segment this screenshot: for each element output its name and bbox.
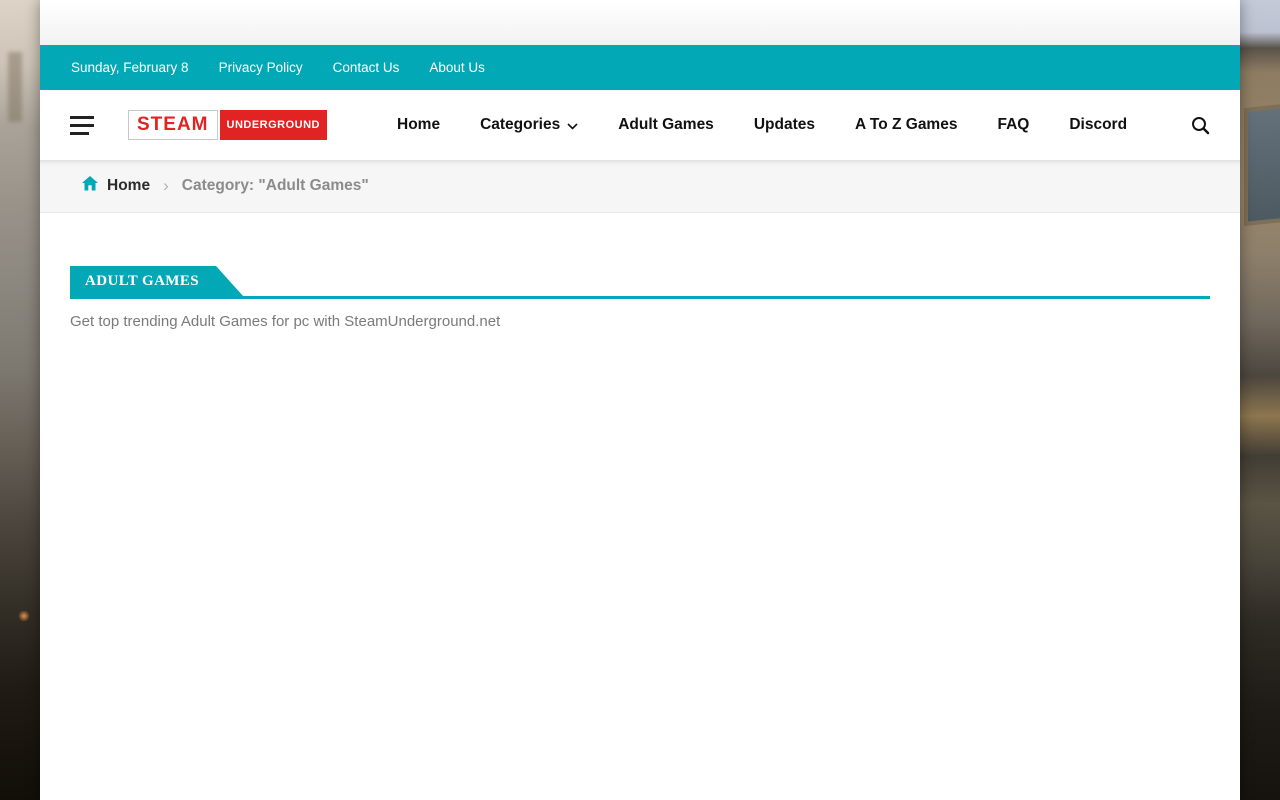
nav-item-updates[interactable]: Updates (754, 116, 815, 134)
nav-item-categories[interactable]: Categories (480, 115, 578, 135)
main-content: ADULT GAMES Get top trending Adult Games… (40, 213, 1240, 800)
nav-item-adult-games[interactable]: Adult Games (618, 116, 714, 134)
logo-underground-text: UNDERGROUND (220, 110, 328, 140)
breadcrumb-home-label: Home (107, 177, 150, 195)
site-logo[interactable]: STEAM UNDERGROUND (128, 110, 327, 140)
main-nav: Home Categories Adult Games Updates A To… (397, 115, 1127, 135)
section-description: Get top trending Adult Games for pc with… (70, 313, 1210, 330)
chevron-down-icon (567, 117, 578, 135)
home-icon (82, 176, 98, 196)
nav-item-home[interactable]: Home (397, 116, 440, 134)
breadcrumb-home-link[interactable]: Home (82, 176, 150, 196)
breadcrumb-separator: › (163, 176, 169, 196)
page-column: Sunday, February 8 Privacy Policy Contac… (40, 0, 1240, 800)
top-spacer (40, 0, 1240, 45)
breadcrumb-current: Category: "Adult Games" (182, 177, 369, 195)
section-header: ADULT GAMES (70, 266, 1210, 299)
topbar-date: Sunday, February 8 (71, 60, 189, 75)
search-icon[interactable] (1191, 116, 1210, 135)
breadcrumb: Home › Category: "Adult Games" (40, 160, 1240, 213)
nav-item-discord[interactable]: Discord (1069, 116, 1127, 134)
topbar-link-contact-us[interactable]: Contact Us (333, 60, 400, 75)
navbar: STEAM UNDERGROUND Home Categories Adult … (40, 90, 1240, 160)
nav-item-a-to-z-games[interactable]: A To Z Games (855, 116, 958, 134)
section-title-badge: ADULT GAMES (70, 266, 243, 296)
topbar: Sunday, February 8 Privacy Policy Contac… (40, 45, 1240, 90)
topbar-link-privacy-policy[interactable]: Privacy Policy (219, 60, 303, 75)
background-art-left (0, 0, 40, 800)
nav-item-faq[interactable]: FAQ (997, 116, 1029, 134)
background-art-right (1240, 0, 1280, 800)
logo-steam-text: STEAM (128, 110, 218, 140)
topbar-link-about-us[interactable]: About Us (429, 60, 485, 75)
menu-icon[interactable] (70, 112, 94, 139)
